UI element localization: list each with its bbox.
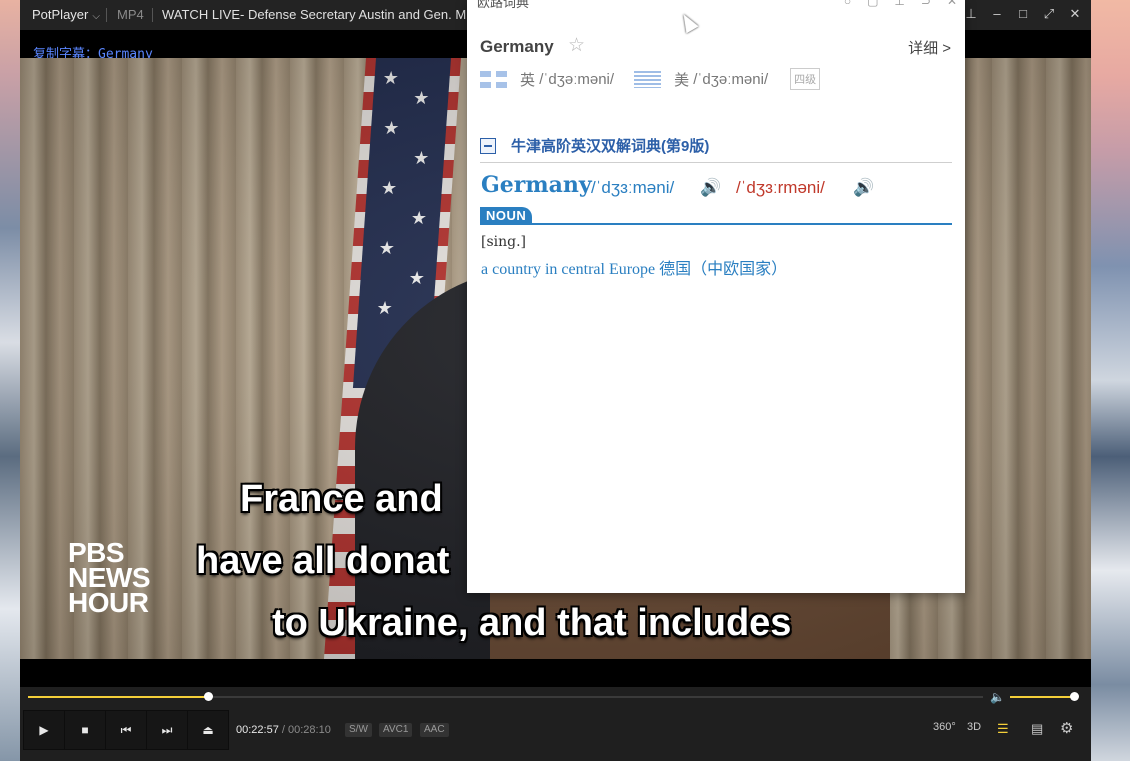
codec-tag-video[interactable]: AVC1 xyxy=(379,723,413,737)
pin-icon[interactable]: ⊥ xyxy=(894,0,904,8)
uk-ipa[interactable]: /ˈdʒəːməni/ xyxy=(539,71,614,88)
app-menu-button[interactable]: PotPlayer ⌵ xyxy=(32,7,100,22)
uk-flag-icon[interactable] xyxy=(480,70,507,88)
star-icon[interactable]: ☆ xyxy=(568,34,585,57)
subtitle-search-icon[interactable]: ☰ xyxy=(997,721,1009,737)
file-format-label: MP4 xyxy=(117,7,144,22)
collapse-icon[interactable] xyxy=(480,137,496,154)
pbs-newshour-logo: PBS NEWS HOUR xyxy=(68,539,151,618)
skip-next-icon: ⏭ xyxy=(161,722,173,737)
letterbox-band xyxy=(20,659,1091,687)
popup-title: 欧路词典 xyxy=(477,0,530,10)
desktop-background-left xyxy=(0,0,20,761)
gear-icon[interactable]: ⚙ xyxy=(1060,719,1073,737)
stop-button[interactable]: ■ xyxy=(64,710,106,750)
copy-icon[interactable]: ▢ xyxy=(867,0,878,8)
subtitle-line-1: France and xyxy=(240,478,443,520)
previous-button[interactable]: ⏮ xyxy=(105,710,147,750)
dictionary-section-header[interactable]: 牛津高阶英汉双解词典(第9版) xyxy=(480,135,709,156)
chevron-down-icon: ⌵ xyxy=(92,11,100,22)
volume-slider[interactable] xyxy=(1010,692,1079,701)
volume-icon[interactable]: 🔈 xyxy=(990,690,1005,704)
settings-icon[interactable]: ○ xyxy=(844,0,851,8)
open-file-button[interactable]: ⏏ xyxy=(187,710,229,750)
minimize-icon[interactable]: – xyxy=(989,6,1005,22)
speaker-icon[interactable]: 🔊 xyxy=(700,178,721,198)
us-label: 美 xyxy=(674,71,690,89)
logo-line: HOUR xyxy=(68,587,149,618)
volume-level xyxy=(1010,696,1074,698)
desktop-background-right xyxy=(1090,0,1130,761)
subtitle-line-2: have all donat xyxy=(196,540,450,582)
play-icon: ▶ xyxy=(39,723,49,737)
part-of-speech-badge: NOUN xyxy=(480,207,533,224)
maximize-icon[interactable]: □ xyxy=(1015,6,1031,22)
skip-previous-icon: ⏮ xyxy=(120,722,132,737)
definition: a country in central Europe 德国（中欧国家） xyxy=(481,261,788,278)
lookup-word: Germany xyxy=(480,37,554,56)
vr-360-button[interactable]: 360° xyxy=(933,721,956,733)
close-icon[interactable]: ✕ xyxy=(947,0,957,8)
seek-bar[interactable] xyxy=(28,692,983,701)
codec-tag-sw[interactable]: S/W xyxy=(345,723,372,737)
speaker-icon[interactable]: 🔊 xyxy=(853,178,874,198)
us-flag-icon[interactable] xyxy=(634,70,662,88)
popup-header-icons: ○ ▢ ⊥ ⊃ ✕ xyxy=(844,0,957,8)
divider xyxy=(480,223,952,225)
window-controls: ⊥ – □ ⤢ ✕ xyxy=(963,6,1083,22)
link-icon[interactable]: ⊃ xyxy=(921,0,931,8)
seek-handle[interactable] xyxy=(203,692,213,701)
control-bar: 🔈 ▶ ■ ⏮ ⏭ ⏏ 00:22:57 / 00:28:10 S/W AVC1… xyxy=(20,687,1091,761)
detail-link[interactable]: 详细 > xyxy=(908,37,951,58)
current-time: 00:22:57 xyxy=(236,724,279,736)
play-button[interactable]: ▶ xyxy=(23,710,65,750)
dictionary-popup: 欧路词典 ○ ▢ ⊥ ⊃ ✕ Germany ☆ 详细 > 英 /ˈdʒəːmə… xyxy=(467,0,965,593)
stop-icon: ■ xyxy=(81,723,89,737)
divider xyxy=(480,162,952,163)
american-ipa: /ˈdʒɜːrməni/ xyxy=(736,178,825,197)
close-icon[interactable]: ✕ xyxy=(1067,6,1083,22)
seek-progress xyxy=(28,696,208,698)
divider xyxy=(106,8,107,22)
time-separator: / xyxy=(281,724,285,736)
pronunciation-row: 英 /ˈdʒəːməni/ 美 /ˈdʒəːməni/ 四级 xyxy=(480,68,821,90)
divider xyxy=(152,8,153,22)
uk-label: 英 xyxy=(520,71,536,89)
popup-header: 欧路词典 ○ ▢ ⊥ ⊃ ✕ xyxy=(467,0,965,22)
duration: 00:28:10 xyxy=(288,724,331,736)
codec-tag-audio[interactable]: AAC xyxy=(420,723,449,737)
grammar-note: [sing.] xyxy=(481,234,527,250)
british-ipa: /ˈdʒɜːməni/ xyxy=(591,178,675,197)
fullscreen-icon[interactable]: ⤢ xyxy=(1041,6,1057,22)
video-title: WATCH LIVE- Defense Secretary Austin and… xyxy=(162,7,467,22)
next-button[interactable]: ⏭ xyxy=(146,710,188,750)
time-display: 00:22:57 / 00:28:10 xyxy=(236,724,331,736)
playlist-icon[interactable]: ▤ xyxy=(1031,721,1043,737)
app-name: PotPlayer xyxy=(32,7,89,22)
subtitle-line-3: to Ukraine, and that includes xyxy=(272,602,792,644)
pin-icon[interactable]: ⊥ xyxy=(963,6,979,22)
eject-icon: ⏏ xyxy=(202,723,214,737)
entry-headword: Germany xyxy=(481,172,592,198)
us-ipa[interactable]: /ˈdʒəːməni/ xyxy=(693,71,768,88)
level-badge: 四级 xyxy=(790,68,821,90)
dictionary-name: 牛津高阶英汉双解词典(第9版) xyxy=(511,138,710,155)
volume-handle[interactable] xyxy=(1070,692,1079,701)
3d-button[interactable]: 3D xyxy=(967,721,981,733)
